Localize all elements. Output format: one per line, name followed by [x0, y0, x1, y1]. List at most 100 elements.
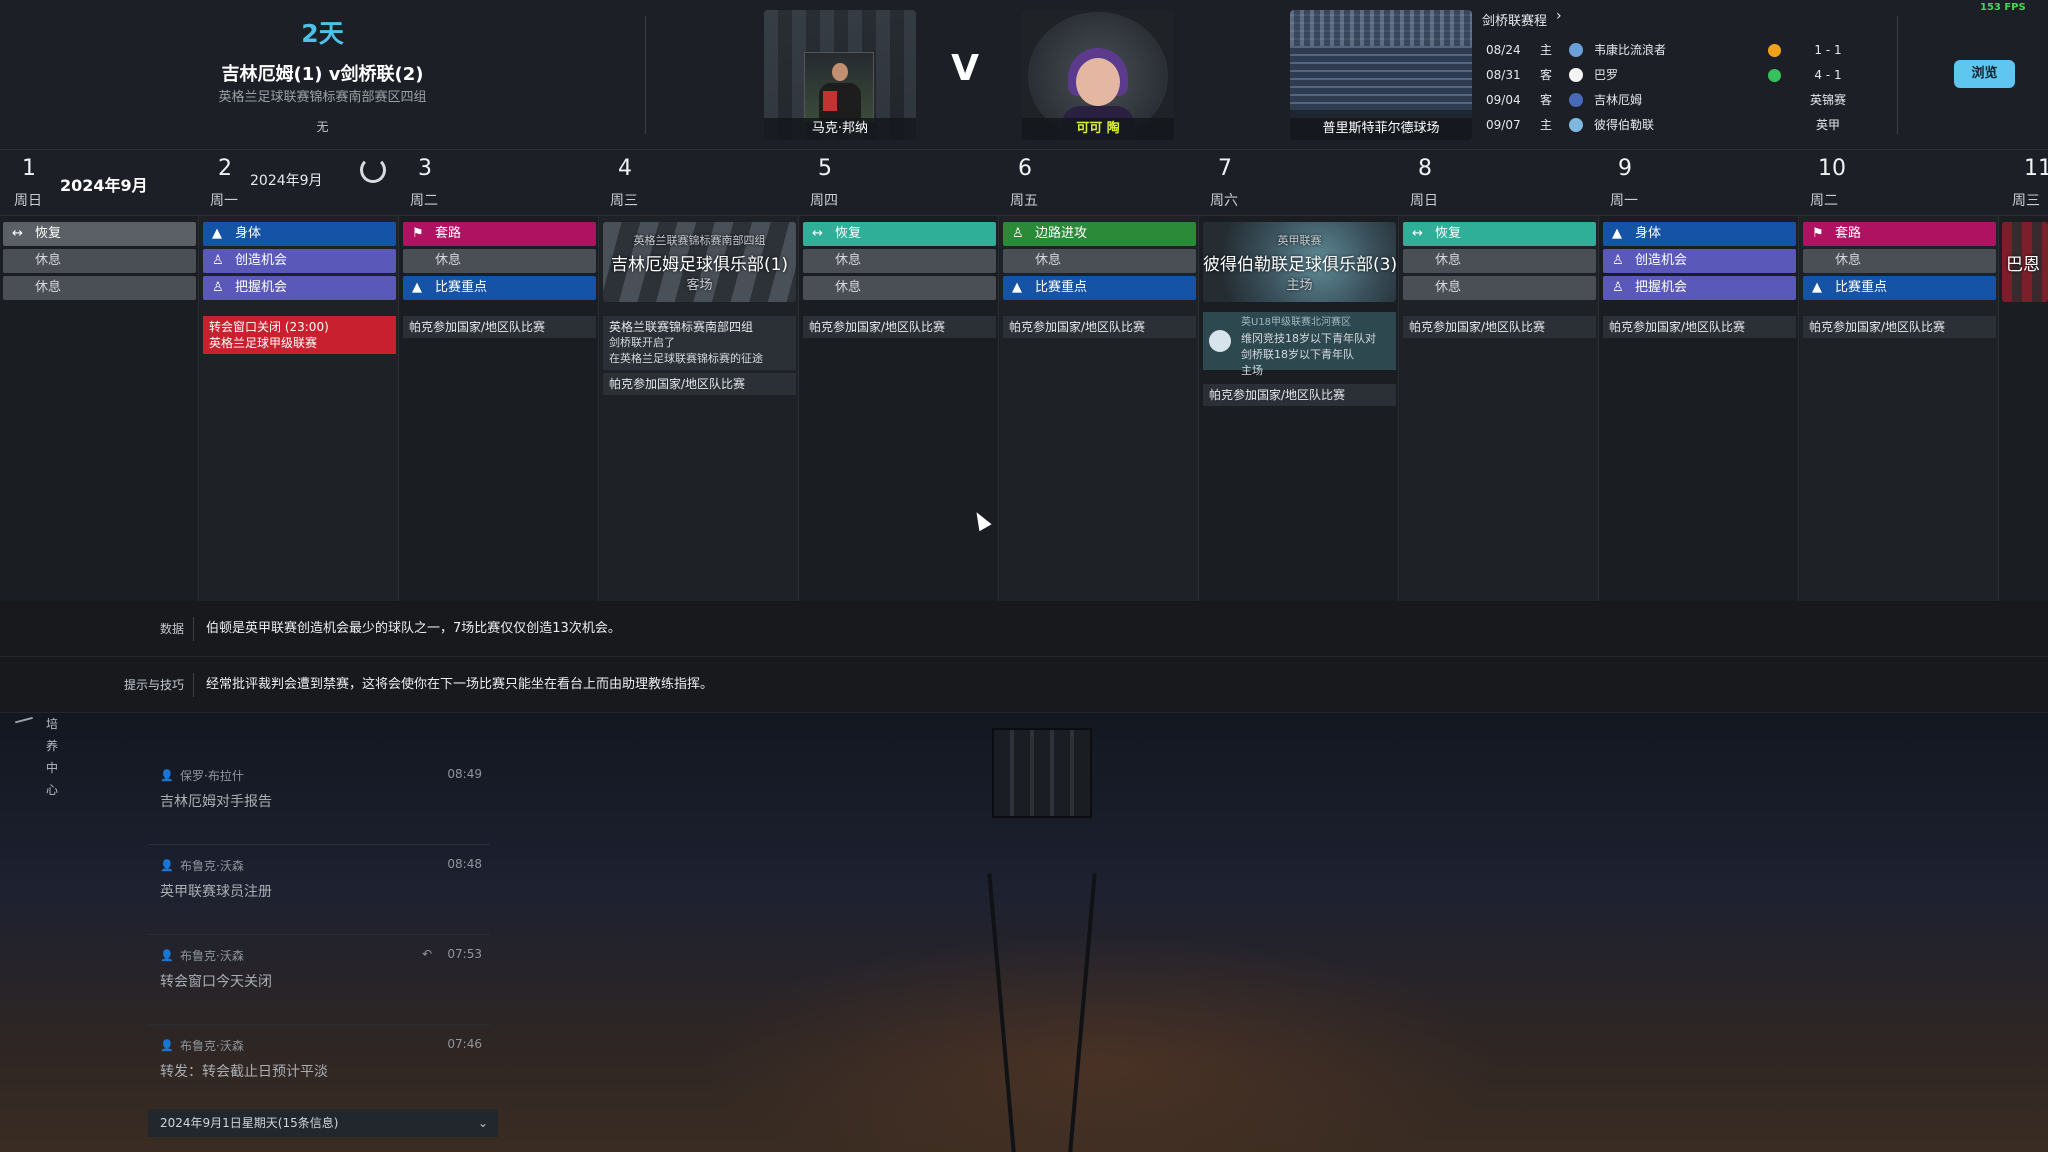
- event-title: 帕克参加国家/地区队比赛: [1209, 388, 1346, 402]
- session-slot[interactable]: ⚑ 套路: [403, 222, 596, 246]
- fixture-row[interactable]: 09/07 主 彼得伯勒联 英甲: [1478, 113, 1898, 137]
- session-slot[interactable]: ▲ 身体: [203, 222, 396, 246]
- weekday-label: 周三: [2012, 193, 2040, 209]
- calendar-event[interactable]: 帕克参加国家/地区队比赛: [803, 316, 996, 338]
- calendar-event[interactable]: 英U18甲级联赛北河赛区 维冈竞技18岁以下青年队对 剑桥联18岁以下青年队 主…: [1203, 312, 1396, 377]
- stadium-card[interactable]: 普里斯特菲尔德球场: [1290, 10, 1472, 140]
- club-badge-icon: [1209, 330, 1231, 352]
- date-header-cell[interactable]: 8 周日: [1400, 150, 1600, 216]
- session-slot[interactable]: ▲ 比赛重点: [1803, 276, 1996, 300]
- date-header-cell[interactable]: 2 周一: [200, 150, 400, 216]
- chevron-right-icon[interactable]: ›: [1556, 8, 1562, 24]
- date-header-cell[interactable]: 9 周一: [1600, 150, 1800, 216]
- match-card[interactable]: 巴恩: [2002, 222, 2048, 302]
- fixture-row[interactable]: 09/04 客 吉林厄姆 英锦赛: [1478, 88, 1898, 112]
- session-slot[interactable]: ♙ 创造机会: [1603, 249, 1796, 273]
- date-header-cell[interactable]: 6 周五: [1000, 150, 1200, 216]
- divider: [193, 617, 194, 641]
- inbox-message[interactable]: 👤 保罗·布拉什 08:49 吉林厄姆对手报告: [148, 755, 490, 845]
- date-header-cell[interactable]: 11 周三: [2000, 150, 2048, 216]
- inbox-message[interactable]: 👤 布鲁克·沃森 ↶ 07:53 转会窗口今天关闭: [148, 935, 490, 1025]
- match-title[interactable]: 吉林厄姆(1) v剑桥联(2): [150, 60, 495, 86]
- session-slot[interactable]: 休息: [1403, 249, 1596, 273]
- match-card[interactable]: 英格兰联赛锦标赛南部四组 吉林厄姆足球俱乐部(1) 客场: [603, 222, 796, 302]
- calendar-event[interactable]: 帕克参加国家/地区队比赛: [1603, 316, 1796, 338]
- session-label: 休息: [1835, 253, 1862, 268]
- session-slot[interactable]: 休息: [803, 276, 996, 300]
- stadium-name: 普里斯特菲尔德球场: [1290, 118, 1472, 140]
- day-column[interactable]: ↔ 恢复 休息 休息: [0, 216, 199, 601]
- fixture-opponent[interactable]: 韦康比流浪者: [1594, 38, 1666, 62]
- day-column[interactable]: ↔ 恢复 休息 休息 帕克参加国家/地区队比赛: [1400, 216, 1599, 601]
- fixture-result: 1 - 1: [1814, 43, 1842, 57]
- session-label: 套路: [435, 226, 462, 241]
- session-slot[interactable]: 休息: [3, 276, 196, 300]
- fixture-opponent[interactable]: 巴罗: [1594, 63, 1618, 87]
- inbox-message[interactable]: 👤 布鲁克·沃森 07:46 转发：转会截止日预计平淡: [148, 1025, 490, 1115]
- running-player-icon: ♙: [1612, 253, 1624, 268]
- session-slot[interactable]: 休息: [1003, 249, 1196, 273]
- day-column[interactable]: ⚑ 套路 休息 ▲ 比赛重点 帕克参加国家/地区队比赛: [1800, 216, 1999, 601]
- session-slot[interactable]: ↔ 恢复: [803, 222, 996, 246]
- match-competition: 英甲联赛: [1277, 234, 1322, 247]
- session-label: 休息: [1035, 253, 1062, 268]
- match-focus-icon: ▲: [1812, 280, 1822, 295]
- session-slot[interactable]: 休息: [403, 249, 596, 273]
- session-slot[interactable]: ♙ 边路进攻: [1003, 222, 1196, 246]
- session-slot[interactable]: ♙ 创造机会: [203, 249, 396, 273]
- day-column[interactable]: ♙ 边路进攻 休息 ▲ 比赛重点 帕克参加国家/地区队比赛: [1000, 216, 1199, 601]
- fixtures-panel: 剑桥联赛程 › 08/24 主 韦康比流浪者 1 - 1 08/31 客 巴罗 4 - 1 09…: [1478, 8, 1898, 142]
- session-slot[interactable]: 休息: [803, 249, 996, 273]
- date-header-cell[interactable]: 7 周六: [1200, 150, 1400, 216]
- match-opponent: 彼得伯勒联足球俱乐部(3): [1203, 255, 1396, 275]
- fixture-opponent[interactable]: 吉林厄姆: [1594, 88, 1642, 112]
- date-header-cell[interactable]: 10 周二: [1800, 150, 2000, 216]
- calendar-event[interactable]: 帕克参加国家/地区队比赛: [1803, 316, 1996, 338]
- session-slot[interactable]: ▲ 比赛重点: [403, 276, 596, 300]
- weekday-label: 周一: [1610, 193, 1638, 209]
- fixtures-title[interactable]: 剑桥联赛程: [1482, 10, 1547, 29]
- date-header-cell[interactable]: 1 周日: [0, 150, 200, 216]
- session-slot[interactable]: ↔ 恢复: [1403, 222, 1596, 246]
- session-slot[interactable]: ↔ 恢复: [3, 222, 196, 246]
- calendar-event[interactable]: 帕克参加国家/地区队比赛: [1203, 384, 1396, 406]
- date-header-cell[interactable]: 5 周四: [800, 150, 1000, 216]
- day-column[interactable]: ⚑ 套路 休息 ▲ 比赛重点 帕克参加国家/地区队比赛: [400, 216, 599, 601]
- fixture-row[interactable]: 08/24 主 韦康比流浪者 1 - 1: [1478, 38, 1898, 62]
- session-slot[interactable]: ♙ 把握机会: [203, 276, 396, 300]
- session-slot[interactable]: 休息: [1803, 249, 1996, 273]
- inbox-day-group[interactable]: 2024年9月1日星期天(15条信息) ⌄: [148, 1109, 498, 1137]
- session-slot[interactable]: ▲ 比赛重点: [1003, 276, 1196, 300]
- fixture-row[interactable]: 08/31 客 巴罗 4 - 1: [1478, 63, 1898, 87]
- session-slot[interactable]: ⚑ 套路: [1803, 222, 1996, 246]
- physical-icon: ▲: [1612, 226, 1622, 241]
- session-slot[interactable]: ♙ 把握机会: [1603, 276, 1796, 300]
- set-piece-flag-icon: ⚑: [412, 226, 424, 241]
- calendar-event[interactable]: 英格兰联赛锦标赛南部四组 剑桥联开启了 在英格兰足球联赛锦标赛的征途: [603, 316, 796, 370]
- next-match-panel[interactable]: 2天 吉林厄姆(1) v剑桥联(2) 英格兰足球联赛锦标赛南部赛区四组 无: [150, 0, 495, 150]
- chevron-down-icon[interactable]: ⌄: [478, 1109, 488, 1137]
- day-column[interactable]: 英格兰联赛锦标赛南部四组 吉林厄姆足球俱乐部(1) 客场 英格兰联赛锦标赛南部四…: [600, 216, 799, 601]
- staff-card[interactable]: 可可 陶: [1022, 10, 1174, 140]
- calendar-event[interactable]: 帕克参加国家/地区队比赛: [403, 316, 596, 338]
- day-column[interactable]: 英甲联赛 彼得伯勒联足球俱乐部(3) 主场 英U18甲级联赛北河赛区 维冈竞技1…: [1200, 216, 1399, 601]
- calendar-event[interactable]: 帕克参加国家/地区队比赛: [1403, 316, 1596, 338]
- inbox-message[interactable]: 👤 布鲁克·沃森 08:48 英甲联赛球员注册: [148, 845, 490, 935]
- match-card[interactable]: 英甲联赛 彼得伯勒联足球俱乐部(3) 主场: [1203, 222, 1396, 302]
- session-slot[interactable]: 休息: [3, 249, 196, 273]
- date-header-cell[interactable]: 4 周三: [600, 150, 800, 216]
- day-column[interactable]: 巴恩: [2000, 216, 2048, 601]
- day-column[interactable]: ↔ 恢复 休息 休息 帕克参加国家/地区队比赛: [800, 216, 999, 601]
- browse-button[interactable]: 浏览: [1954, 60, 2015, 88]
- inbox-title: 培养中心: [46, 717, 59, 797]
- date-header-cell[interactable]: 3 周二: [400, 150, 600, 216]
- calendar-event[interactable]: 帕克参加国家/地区队比赛: [1003, 316, 1196, 338]
- day-column[interactable]: ▲ 身体 ♙ 创造机会 ♙ 把握机会 帕克参加国家/地区队比赛: [1600, 216, 1799, 601]
- calendar-event[interactable]: 帕克参加国家/地区队比赛: [603, 373, 796, 395]
- day-column[interactable]: ▲ 身体 ♙ 创造机会 ♙ 把握机会 转会窗口关闭 (23:00) 英格兰足球甲级联赛: [200, 216, 399, 601]
- session-slot[interactable]: ▲ 身体: [1603, 222, 1796, 246]
- fixture-opponent[interactable]: 彼得伯勒联: [1594, 113, 1654, 137]
- session-slot[interactable]: 休息: [1403, 276, 1596, 300]
- player-card[interactable]: 马克·邦纳: [764, 10, 916, 140]
- calendar-event[interactable]: 转会窗口关闭 (23:00) 英格兰足球甲级联赛: [203, 316, 396, 354]
